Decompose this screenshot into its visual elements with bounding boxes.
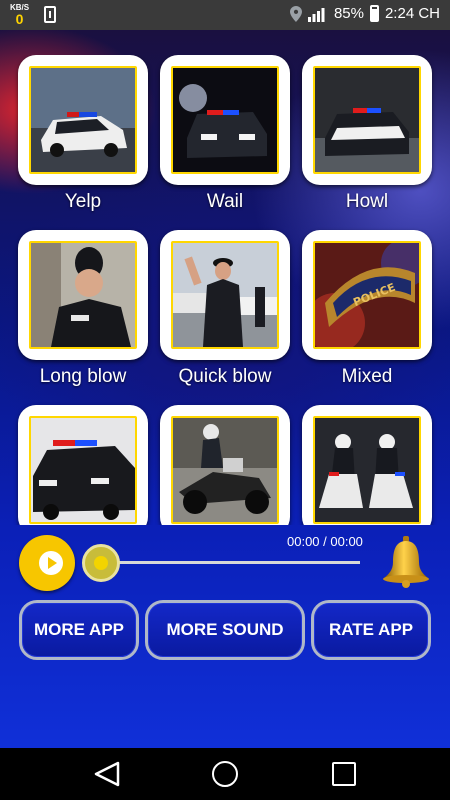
recent-apps-icon[interactable] — [332, 762, 356, 786]
tile-frame — [18, 405, 148, 525]
police-badge-photo: POLICE — [313, 241, 421, 349]
police-car-street-photo — [313, 66, 421, 174]
sound-tile-9[interactable] — [302, 405, 432, 525]
tile-frame — [160, 405, 290, 525]
police-car-photo — [29, 66, 137, 174]
location-icon — [289, 5, 302, 22]
back-icon[interactable] — [93, 761, 121, 787]
tile-frame — [18, 55, 148, 185]
seek-thumb[interactable] — [82, 544, 120, 582]
sound-tile-mixed[interactable]: POLICE Mixed — [302, 230, 432, 388]
more-app-button[interactable]: MORE APP — [19, 600, 139, 660]
tile-label: Yelp — [64, 191, 102, 212]
usb-icon — [44, 6, 56, 23]
police-officer-traffic-photo — [171, 241, 279, 349]
police-motorcycle-photo — [171, 416, 279, 524]
rate-app-button[interactable]: RATE APP — [311, 600, 431, 660]
tile-frame — [18, 230, 148, 360]
sound-grid: Yelp Wail Howl Long blow Quick blow POLI… — [0, 55, 450, 525]
police-car-night-photo — [171, 66, 279, 174]
battery-percent: 85% — [333, 5, 364, 22]
tile-frame: POLICE — [302, 230, 432, 360]
sound-tile-howl[interactable]: Howl — [302, 55, 432, 213]
sound-tile-quick-blow[interactable]: Quick blow — [160, 230, 290, 388]
police-car-officer-photo — [29, 416, 137, 524]
status-bar: KB/S 0 85% 2:24 CH — [0, 0, 450, 30]
signal-icon — [307, 7, 325, 22]
home-icon[interactable] — [212, 761, 238, 787]
more-sound-button[interactable]: MORE SOUND — [145, 600, 305, 660]
navigation-bar — [0, 748, 450, 800]
seek-track[interactable] — [100, 561, 360, 564]
tile-frame — [160, 230, 290, 360]
clock: 2:24 CH — [384, 5, 440, 22]
sound-tile-yelp[interactable]: Yelp — [18, 55, 148, 213]
time-display: 00:00 / 00:00 — [287, 534, 363, 549]
tile-label: Howl — [345, 191, 389, 212]
sound-tile-long-blow[interactable]: Long blow — [18, 230, 148, 388]
police-motorcycles-photo — [313, 416, 421, 524]
tile-label: Mixed — [341, 366, 393, 387]
police-officer-whistle-photo — [29, 241, 137, 349]
tile-frame — [302, 55, 432, 185]
tile-label: Long blow — [39, 366, 127, 387]
play-button[interactable] — [19, 535, 75, 591]
sound-tile-8[interactable] — [160, 405, 290, 525]
bell-icon[interactable] — [381, 536, 431, 588]
play-icon — [39, 551, 63, 575]
sound-tile-wail[interactable]: Wail — [160, 55, 290, 213]
tile-label: Quick blow — [178, 366, 272, 387]
battery-icon — [369, 5, 379, 22]
network-speed: KB/S 0 — [10, 3, 30, 27]
sound-tile-7[interactable] — [18, 405, 148, 525]
tile-label: Wail — [206, 191, 244, 212]
tile-frame — [160, 55, 290, 185]
tile-frame — [302, 405, 432, 525]
